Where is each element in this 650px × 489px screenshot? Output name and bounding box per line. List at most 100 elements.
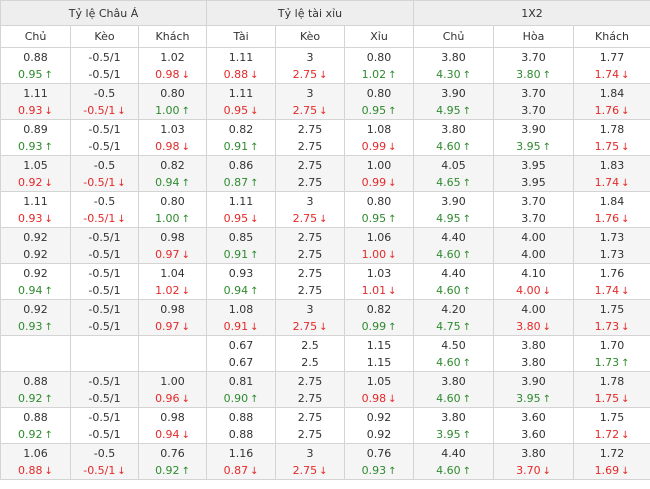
odds-cell-content: 1.11 0.95 ↓: [207, 193, 275, 227]
odds-cell-content: 0.98 0.97 ↓: [139, 229, 206, 263]
opening-odds: -0.5/1: [88, 410, 121, 424]
odds-cell-content: 4.20 4.75 ↑: [414, 301, 493, 335]
opening-odds: -0.5/1: [88, 302, 121, 316]
opening-odds: 4.40: [441, 230, 466, 244]
odds-cell-1x2-draw: 3.80 3.70 ↓: [493, 443, 575, 480]
current-odds: 0.94 ↓: [155, 426, 190, 443]
current-odds: 2.75 ↓: [293, 318, 328, 335]
current-odds: 0.92: [367, 426, 392, 443]
odds-cell-content: 3 2.75 ↓: [276, 193, 344, 227]
opening-odds: -0.5: [93, 446, 116, 460]
odds-cell-content: 4.40 4.60 ↑: [414, 445, 493, 479]
current-odds: 3.95 ↑: [516, 390, 551, 407]
arrow-down-icon: ↓: [542, 321, 551, 333]
opening-odds: 0.86: [228, 158, 254, 172]
current-odds-value: -0.5/1: [88, 427, 121, 441]
arrow-down-icon: ↓: [250, 69, 259, 81]
opening-odds: 3.90: [521, 122, 546, 136]
opening-odds: 3.80: [441, 410, 466, 424]
arrow-down-icon: ↓: [319, 105, 328, 117]
arrow-down-icon: ↓: [181, 69, 190, 81]
odds-cell-content: 0.82 0.99 ↑: [345, 301, 413, 335]
current-odds: 4.65 ↑: [436, 174, 471, 191]
current-odds-value: 0.87: [223, 175, 249, 189]
current-odds-value: -0.5/1: [88, 319, 121, 333]
odds-cell-1x2-away: 1.83 1.74 ↓: [573, 155, 650, 192]
current-odds: 1.69 ↓: [595, 462, 630, 479]
col-header-away: Khách: [137, 25, 208, 48]
current-odds: -0.5/1: [88, 318, 120, 335]
arrow-down-icon: ↓: [181, 429, 190, 441]
odds-cell-under: 1.00 0.99 ↓: [344, 155, 415, 192]
current-odds: 0.88 ↓: [224, 66, 259, 83]
arrow-up-icon: ↑: [542, 141, 551, 153]
odds-cell-content: 3 2.75 ↓: [276, 49, 344, 83]
opening-odds: 4.20: [441, 302, 466, 316]
odds-cell-handicap: -0.5/1 -0.5/1: [70, 371, 139, 408]
current-odds: 0.93 ↑: [18, 318, 53, 335]
odds-cell-content: 1.75 1.73 ↓: [574, 301, 650, 335]
odds-cell-total-line: 2.5 2.5: [275, 335, 346, 372]
current-odds: 0.99 ↑: [362, 318, 397, 335]
odds-cell-content: 3.80 3.80: [494, 337, 573, 371]
odds-cell-content: 4.50 4.60 ↑: [414, 337, 493, 371]
odds-cell-home: [0, 335, 71, 372]
current-odds: 1.74 ↓: [595, 282, 630, 299]
column-header-row: Chủ Kèo Khách Tài Kèo Xỉu Chủ Hòa Khách: [0, 25, 650, 48]
opening-odds: 0.67: [228, 338, 254, 352]
odds-cell-content: 0.76 0.93 ↑: [345, 445, 413, 479]
odds-cell-content: 2.75 2.75: [276, 265, 344, 299]
odds-cell-content: -0.5 -0.5/1 ↓: [71, 445, 138, 479]
odds-cell-total-line: 2.75 2.75: [275, 155, 346, 192]
odds-cell-home: 0.89 0.93 ↑: [0, 119, 71, 156]
odds-cell-1x2-away: 1.73 1.73: [573, 227, 650, 264]
opening-odds: -0.5/1: [88, 266, 121, 280]
current-odds-value: -0.5/1: [88, 67, 121, 81]
odds-cell-content: 0.88 0.92 ↑: [1, 373, 70, 407]
arrow-down-icon: ↓: [181, 285, 190, 297]
arrow-up-icon: ↑: [462, 213, 471, 225]
odds-cell-1x2-draw: 3.70 3.70: [493, 83, 575, 120]
odds-cell-content: 0.76 0.92 ↑: [139, 445, 206, 479]
odds-cell-home: 0.92 0.94 ↑: [0, 263, 71, 300]
current-odds-value: -0.5/1: [88, 283, 121, 297]
current-odds: 1.00 ↑: [155, 210, 190, 227]
current-odds: 4.75 ↑: [436, 318, 471, 335]
current-odds-value: -0.5/1: [88, 247, 121, 261]
odds-cell-1x2-home: 3.90 4.95 ↑: [413, 191, 495, 228]
current-odds: 4.30 ↑: [436, 66, 471, 83]
odds-cell-over: 1.11 0.95 ↓: [206, 191, 277, 228]
current-odds: 3.70: [521, 102, 546, 119]
current-odds: 0.91 ↑: [224, 246, 259, 263]
opening-odds: 0.88: [23, 410, 48, 424]
group-1x2: 1X2: [413, 0, 650, 26]
odds-cell-under: 0.80 0.95 ↑: [344, 191, 415, 228]
odds-cell-total-line: 3 2.75 ↓: [275, 299, 346, 336]
opening-odds: 0.82: [228, 122, 254, 136]
current-odds-value: 1.02: [155, 283, 180, 297]
current-odds: 2.75: [298, 390, 323, 407]
odds-cell-content: -0.5 -0.5/1 ↓: [71, 193, 138, 227]
col-header-1x2-draw: Hòa: [493, 25, 575, 48]
odds-cell-home: 0.88 0.92 ↑: [0, 371, 71, 408]
current-odds-value: 4.30: [436, 67, 461, 81]
opening-odds: 4.10: [521, 266, 546, 280]
current-odds: 4.60 ↑: [436, 282, 471, 299]
opening-odds: 0.81: [228, 374, 254, 388]
opening-odds: 0.88: [23, 374, 48, 388]
odds-cell-under: 0.80 1.02 ↑: [344, 47, 415, 84]
arrow-up-icon: ↑: [542, 393, 551, 405]
odds-cell-content: 3.80 3.95 ↑: [414, 409, 493, 443]
opening-odds: 3.70: [521, 194, 546, 208]
arrow-down-icon: ↓: [250, 105, 259, 117]
odds-cell-content: 3.90 4.95 ↑: [414, 193, 493, 227]
arrow-down-icon: ↓: [621, 429, 630, 441]
current-odds-value: 4.60: [436, 247, 461, 261]
arrow-down-icon: ↓: [117, 177, 126, 189]
current-odds: -0.5/1 ↓: [83, 102, 126, 119]
odds-cell-over: 0.81 0.90 ↑: [206, 371, 277, 408]
current-odds-value: 0.92: [366, 427, 392, 441]
opening-odds: 3: [306, 86, 314, 100]
odds-cell-content: 0.88 0.92 ↑: [1, 409, 70, 443]
current-odds-value: 1.01: [361, 283, 387, 297]
